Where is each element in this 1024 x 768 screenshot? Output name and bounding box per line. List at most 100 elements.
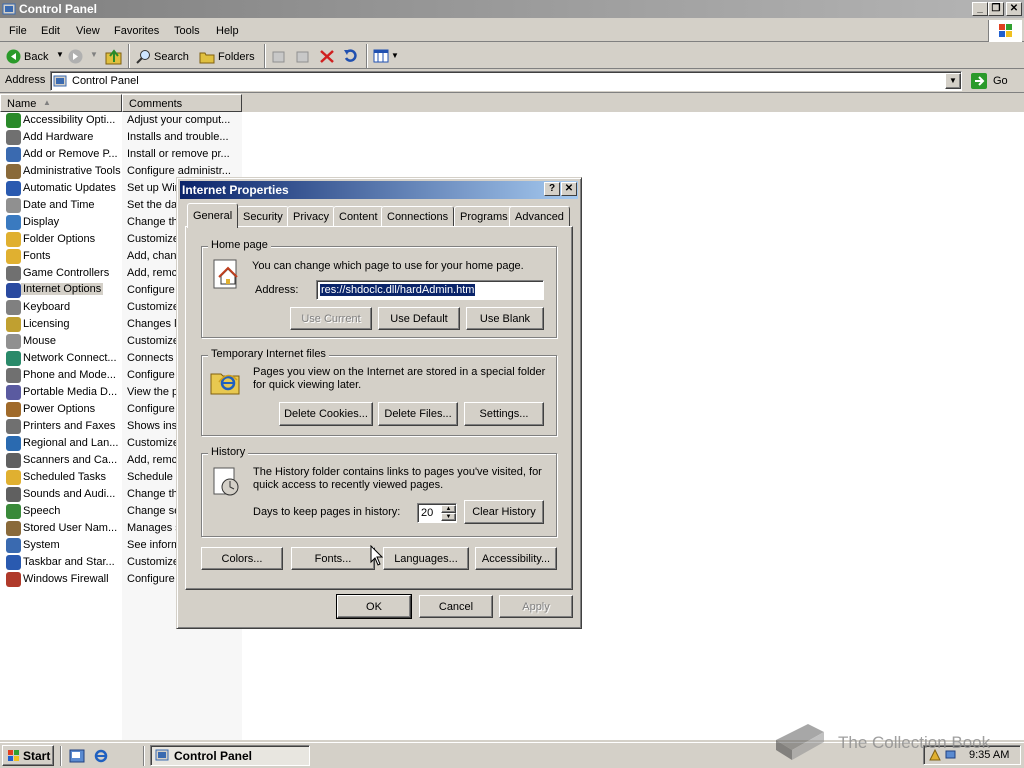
item-name: Scanners and Ca... — [23, 454, 118, 466]
days-spin-down-icon[interactable]: ▼ — [441, 513, 456, 521]
views-button[interactable]: ▼ — [372, 48, 400, 65]
dialog-title: Internet Properties — [182, 183, 289, 197]
tab-security[interactable]: Security — [237, 206, 289, 227]
item-name: Phone and Mode... — [23, 369, 116, 381]
clear-history-button[interactable]: Clear History — [464, 500, 544, 524]
apply-button[interactable]: Apply — [499, 595, 573, 618]
forward-dropdown-icon[interactable]: ▼ — [90, 50, 98, 59]
settings-button[interactable]: Settings... — [464, 402, 544, 426]
tab-advanced[interactable]: Advanced — [509, 206, 570, 227]
control-panel-icon — [155, 749, 169, 761]
tab-privacy[interactable]: Privacy — [287, 206, 336, 227]
cancel-button[interactable]: Cancel — [419, 595, 493, 618]
colors-button[interactable]: Colors... — [201, 547, 283, 570]
item-comment: Installs and trouble... — [127, 131, 229, 143]
window-titlebar[interactable]: Control Panel _ ❐ ✕ — [0, 0, 1024, 18]
tab-content[interactable]: Content — [333, 206, 384, 227]
menu-favorites[interactable]: Favorites — [114, 25, 159, 37]
use-current-button[interactable]: Use Current — [290, 307, 372, 330]
use-default-button[interactable]: Use Default — [378, 307, 460, 330]
separator — [366, 44, 367, 68]
history-legend: History — [208, 446, 249, 458]
item-icon — [6, 368, 21, 383]
separator — [60, 746, 62, 766]
minimize-button[interactable]: _ — [972, 2, 988, 16]
window-title: Control Panel — [19, 2, 98, 16]
item-name: Sounds and Audi... — [23, 488, 116, 500]
undo-icon[interactable] — [343, 48, 359, 63]
item-name: Accessibility Opti... — [23, 114, 116, 126]
show-desktop-icon[interactable] — [69, 748, 85, 764]
item-name: Network Connect... — [23, 352, 117, 364]
tab-connections[interactable]: Connections — [381, 206, 455, 227]
dialog-titlebar[interactable]: Internet Properties ? ✕ — [180, 181, 578, 199]
delete-icon[interactable] — [319, 49, 335, 64]
item-name: Add or Remove P... — [23, 148, 118, 160]
windows-flag-icon — [8, 750, 19, 761]
delete-cookies-button[interactable]: Delete Cookies... — [279, 402, 373, 426]
item-name: Licensing — [23, 318, 70, 330]
column-comments-header[interactable]: Comments — [122, 94, 242, 112]
item-icon — [6, 317, 21, 332]
list-item[interactable]: Add or Remove P... Install or remove pr..… — [4, 146, 240, 163]
search-button[interactable]: Search — [134, 47, 192, 67]
views-dropdown-icon: ▼ — [391, 51, 399, 60]
go-button[interactable]: Go — [968, 71, 1020, 91]
days-spin-up-icon[interactable]: ▲ — [441, 505, 456, 513]
start-button[interactable]: Start — [2, 745, 54, 766]
days-to-keep-input[interactable]: 20 ▲ ▼ — [417, 503, 457, 523]
item-name: Speech — [23, 505, 61, 517]
languages-button[interactable]: Languages... — [383, 547, 469, 570]
move-to-icon[interactable] — [271, 49, 287, 64]
taskbar-control-panel-button[interactable]: Control Panel — [150, 745, 310, 766]
help-button[interactable]: ? — [544, 182, 560, 196]
back-button[interactable]: Back ▼ — [4, 47, 68, 67]
address-dropdown-button[interactable]: ▼ — [945, 73, 961, 89]
address-input[interactable]: Control Panel ▼ — [50, 71, 962, 91]
forward-button[interactable]: ▼ — [68, 49, 98, 67]
delete-files-button[interactable]: Delete Files... — [378, 402, 458, 426]
item-icon — [6, 538, 21, 553]
item-icon — [6, 215, 21, 230]
menu-view[interactable]: View — [76, 25, 100, 37]
item-comment: Adjust your comput... — [127, 114, 231, 126]
back-dropdown-icon[interactable]: ▼ — [56, 50, 64, 59]
item-name: Windows Firewall — [23, 573, 109, 585]
item-icon — [6, 164, 21, 179]
copy-to-icon[interactable] — [295, 49, 311, 64]
fonts-button[interactable]: Fonts... — [291, 547, 375, 570]
temp-files-folder-icon — [210, 373, 240, 395]
tab-general[interactable]: General — [187, 203, 239, 228]
internet-explorer-icon[interactable] — [93, 748, 109, 764]
item-name: System — [23, 539, 60, 551]
menu-tools[interactable]: Tools — [174, 25, 200, 37]
item-name: Date and Time — [23, 199, 95, 211]
folders-button[interactable]: Folders — [197, 47, 259, 67]
watermark-text: The Collection Book — [838, 733, 991, 752]
item-icon — [6, 385, 21, 400]
homepage-address-input[interactable]: res://shdoclc.dll/hardAdmin.htm — [316, 280, 544, 300]
separator — [128, 44, 129, 68]
column-header: Name ▲ Comments — [0, 94, 1024, 112]
back-arrow-icon — [6, 49, 21, 64]
ok-button[interactable]: OK — [336, 594, 412, 619]
item-name: Game Controllers — [23, 267, 110, 279]
item-icon — [6, 300, 21, 315]
restore-button[interactable]: ❐ — [988, 2, 1004, 16]
menu-edit[interactable]: Edit — [41, 25, 60, 37]
accessibility-button[interactable]: Accessibility... — [475, 547, 557, 570]
tab-programs[interactable]: Programs — [454, 206, 514, 227]
home-page-icon — [213, 259, 238, 289]
list-item[interactable]: Add Hardware Installs and trouble... — [4, 129, 240, 146]
dialog-close-button[interactable]: ✕ — [561, 182, 577, 196]
item-icon — [6, 113, 21, 128]
column-name-header[interactable]: Name ▲ — [0, 94, 122, 112]
menu-file[interactable]: File — [9, 25, 27, 37]
search-icon — [136, 50, 150, 64]
use-blank-button[interactable]: Use Blank — [466, 307, 544, 330]
menu-help[interactable]: Help — [216, 25, 239, 37]
up-folder-icon[interactable] — [105, 48, 123, 65]
list-item[interactable]: Accessibility Opti... Adjust your comput.… — [4, 112, 240, 129]
standard-toolbar: Back ▼ ▼ Search Folders ▼ — [0, 44, 1024, 69]
close-button[interactable]: ✕ — [1006, 2, 1022, 16]
